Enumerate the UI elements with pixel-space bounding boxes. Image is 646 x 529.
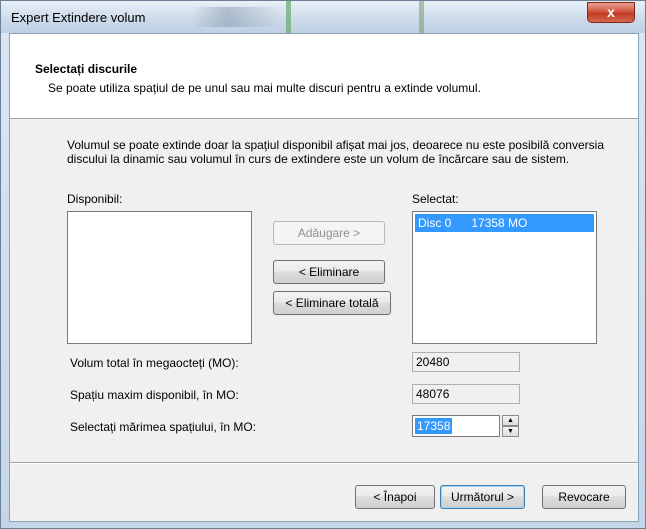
spin-up-button[interactable]: ▲ xyxy=(502,415,519,426)
available-label: Disponibil: xyxy=(67,192,123,206)
down-arrow-icon: ▼ xyxy=(507,428,514,435)
available-disks-list[interactable] xyxy=(67,211,252,344)
selected-label: Selectat: xyxy=(412,192,459,206)
remove-button[interactable]: < Eliminare xyxy=(273,260,385,284)
spin-down-button[interactable]: ▼ xyxy=(502,426,519,437)
select-size-label: Selectați mărimea spațiului, în MO: xyxy=(70,420,257,434)
close-icon: x xyxy=(607,4,615,20)
list-item-disc-0[interactable]: Disc 0 17358 MO xyxy=(415,214,594,232)
page-title: Selectați discurile xyxy=(35,62,138,76)
size-input-value: 17358 xyxy=(415,418,453,434)
total-size-label: Volum total în megaocteți (MO): xyxy=(70,356,239,370)
wizard-header: Selectați discurile Se poate utiliza spa… xyxy=(10,34,638,119)
window-title: Expert Extindere volum xyxy=(11,10,146,25)
remove-all-button[interactable]: < Eliminare totală xyxy=(273,291,391,315)
up-arrow-icon: ▲ xyxy=(507,417,514,424)
max-space-value: 48076 xyxy=(412,384,520,404)
size-input[interactable]: 17358 xyxy=(412,415,500,437)
page-subtitle: Se poate utiliza spațiul de pe unul sau … xyxy=(48,81,481,95)
wizard-client-area: Selectați discurile Se poate utiliza spa… xyxy=(9,33,639,522)
next-button[interactable]: Următorul > xyxy=(440,485,525,509)
back-button[interactable]: < Înapoi xyxy=(355,485,435,509)
max-space-label: Spațiu maxim disponibil, în MO: xyxy=(70,388,239,402)
footer-separator xyxy=(10,462,638,464)
info-text: Volumul se poate extinde doar la spațiul… xyxy=(67,138,604,166)
add-button[interactable]: Adăugare > xyxy=(273,221,385,245)
selected-disks-list[interactable]: Disc 0 17358 MO xyxy=(412,211,597,344)
cancel-button[interactable]: Revocare xyxy=(542,485,626,509)
close-button[interactable]: x xyxy=(587,2,635,23)
wizard-window: Expert Extindere volum x Selectați discu… xyxy=(0,0,646,529)
total-size-value: 20480 xyxy=(412,352,520,372)
title-bar-background-blur xyxy=(191,7,281,27)
title-bar[interactable]: Expert Extindere volum x xyxy=(1,1,645,41)
